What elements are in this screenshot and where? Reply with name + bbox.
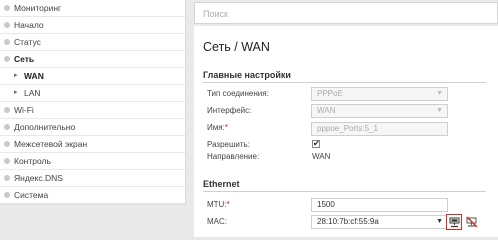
name-value: pppoe_Ports:5_1 (317, 124, 378, 133)
required-marker: * (224, 123, 228, 132)
connection-type-value: PPPoE (317, 89, 343, 98)
connection-type-label: Тип соединения: (207, 89, 269, 98)
sidebar-item-label: Контроль (14, 156, 51, 166)
clone-mac-icon (449, 217, 460, 228)
sidebar-item-monitoring[interactable]: Мониторинг (0, 0, 185, 17)
sidebar-item-label: Сеть (14, 54, 35, 64)
sidebar-item-label: WAN (24, 71, 44, 81)
mac-combobox[interactable]: 28:10:7b:cf:55:9a ▼ (311, 215, 448, 229)
search-placeholder: Поиск (203, 9, 228, 19)
search-input[interactable]: Поиск (194, 2, 498, 24)
enable-checkbox[interactable]: ✔ (312, 140, 320, 148)
content-area: Сеть / WAN Главные настройки Тип соедине… (194, 26, 498, 237)
caret-right-icon: ▸ (14, 89, 18, 96)
sidebar-item-lan[interactable]: ▸ LAN (0, 85, 185, 102)
enable-label: Разрешить: (207, 140, 250, 149)
interface-label: Интерфейс: (207, 106, 252, 115)
sidebar-item-label: Wi-Fi (14, 105, 34, 115)
main-panel: Поиск Сеть / WAN Главные настройки Тип с… (194, 0, 498, 237)
direction-value: WAN (312, 152, 331, 161)
mac-value: 28:10:7b:cf:55:9a (317, 217, 379, 226)
sidebar-item-label: Начало (14, 20, 44, 30)
required-marker: * (226, 200, 230, 209)
interface-value: WAN (317, 106, 336, 115)
name-label-text: Имя: (207, 123, 225, 132)
caret-right-icon: ▸ (14, 72, 18, 79)
page-title: Сеть / WAN (203, 40, 270, 54)
sidebar-item-control[interactable]: Контроль (0, 153, 185, 170)
expand-bullet-icon (4, 158, 10, 164)
mtu-value: 1500 (317, 200, 335, 209)
clone-mac-button[interactable] (446, 214, 462, 230)
section-divider (203, 191, 486, 192)
section-heading-ethernet: Ethernet (203, 179, 240, 189)
expand-bullet-icon (4, 107, 10, 113)
chevron-down-icon[interactable]: ▼ (436, 216, 443, 228)
interface-select[interactable]: WAN ▼ (311, 104, 448, 118)
expand-bullet-icon (4, 124, 10, 130)
direction-label: Направление: (207, 152, 260, 161)
sidebar-item-label: Яндекс.DNS (14, 173, 63, 183)
mtu-label: MTU:* (207, 200, 230, 209)
sidebar-item-system[interactable]: Система (0, 187, 185, 204)
expand-bullet-icon (4, 192, 10, 198)
clear-mac-button[interactable] (464, 214, 480, 230)
expand-bullet-icon (4, 141, 10, 147)
sidebar-item-label: LAN (24, 88, 41, 98)
chevron-down-icon: ▼ (436, 90, 443, 97)
sidebar-item-label: Статус (14, 37, 41, 47)
sidebar-item-yandex-dns[interactable]: Яндекс.DNS (0, 170, 185, 187)
name-input[interactable]: pppoe_Ports:5_1 (311, 122, 448, 136)
checkmark-icon: ✔ (313, 139, 320, 148)
sidebar-item-label: Дополнительно (14, 122, 76, 132)
sidebar: Мониторинг Начало Статус Сеть ▸ WAN ▸ LA… (0, 0, 186, 205)
sidebar-item-label: Система (14, 190, 49, 200)
sidebar-item-label: Мониторинг (14, 3, 62, 13)
expand-bullet-icon (4, 39, 10, 45)
collapse-bullet-icon (4, 56, 10, 62)
sidebar-item-firewall[interactable]: Межсетевой экран (0, 136, 185, 153)
mtu-label-text: MTU: (207, 200, 227, 209)
sidebar-item-status[interactable]: Статус (0, 34, 185, 51)
name-label: Имя:* (207, 123, 228, 132)
sidebar-item-advanced[interactable]: Дополнительно (0, 119, 185, 136)
section-heading-main-settings: Главные настройки (203, 70, 291, 80)
mac-label: MAC: (207, 217, 227, 226)
sidebar-item-label: Межсетевой экран (14, 139, 88, 149)
expand-bullet-icon (4, 5, 10, 11)
expand-bullet-icon (4, 175, 10, 181)
sidebar-item-network[interactable]: Сеть (0, 51, 185, 68)
section-divider (203, 82, 486, 83)
clear-mac-icon (466, 216, 478, 228)
chevron-down-icon: ▼ (436, 107, 443, 114)
expand-bullet-icon (4, 22, 10, 28)
mtu-input[interactable]: 1500 (311, 198, 448, 212)
sidebar-item-start[interactable]: Начало (0, 17, 185, 34)
sidebar-item-wifi[interactable]: Wi-Fi (0, 102, 185, 119)
connection-type-select[interactable]: PPPoE ▼ (311, 87, 448, 101)
sidebar-item-wan[interactable]: ▸ WAN (0, 68, 185, 85)
